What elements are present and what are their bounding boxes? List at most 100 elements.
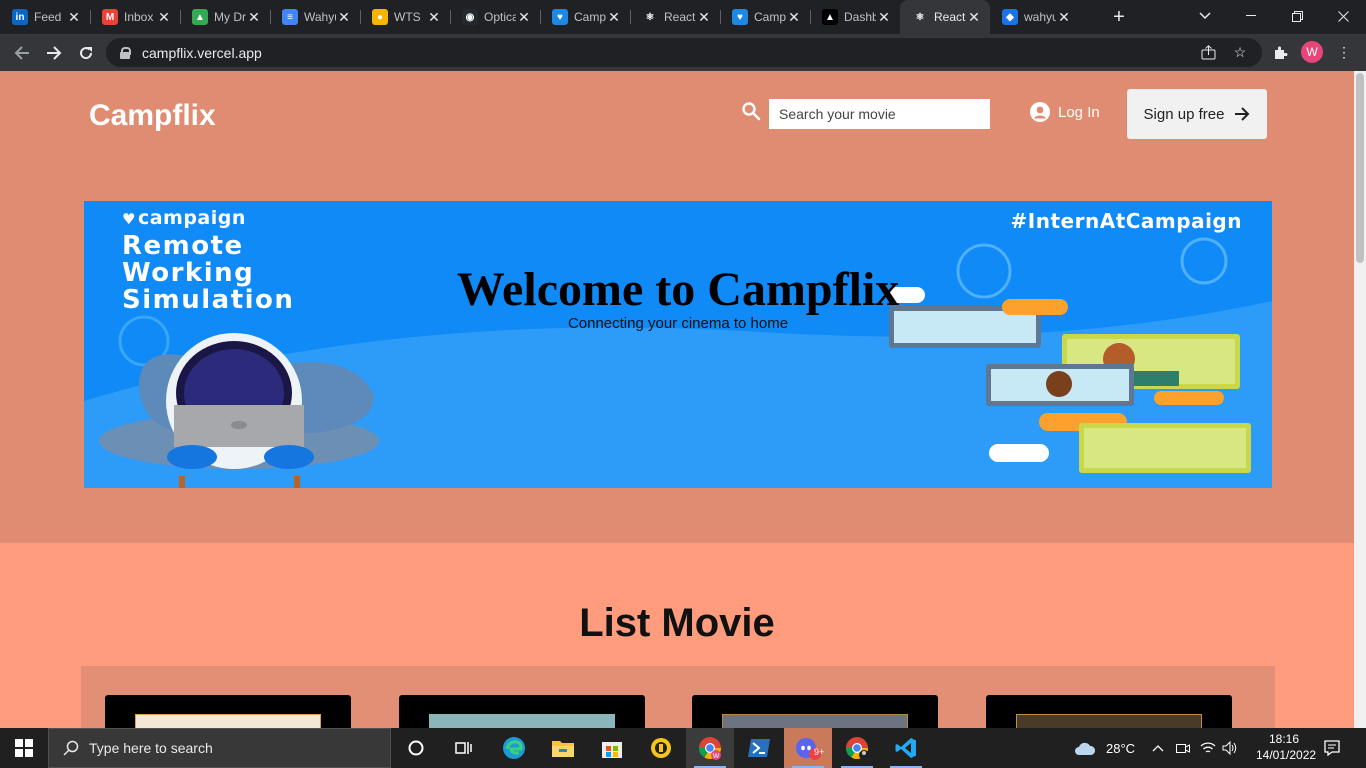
site-logo[interactable]: Campflix [89,99,216,133]
extensions-icon[interactable] [1268,40,1292,64]
weather-widget[interactable]: 28°C [1074,728,1135,768]
login-link[interactable]: Log In [1030,102,1100,122]
powershell-icon[interactable] [735,728,783,768]
browser-tab[interactable]: ◆ wahyu ✕ [990,0,1080,34]
login-label: Log In [1058,103,1100,121]
drive-icon: ▲ [192,9,208,25]
heart-icon: ♥ [552,9,568,25]
vscode-icon[interactable] [882,728,930,768]
search-input[interactable] [769,99,990,129]
linkedin-icon: in [12,9,28,25]
close-tab-icon[interactable]: ✕ [696,9,712,26]
tab-title: Wahyu [304,10,336,24]
close-window-icon[interactable] [1320,0,1366,32]
close-tab-icon[interactable]: ✕ [246,9,262,26]
close-tab-icon[interactable]: ✕ [336,9,352,26]
shield-icon: ◆ [1002,9,1018,25]
back-icon[interactable] [6,37,38,69]
profile-avatar[interactable]: W [1301,41,1323,63]
clock-date: 14/01/2022 [1256,748,1317,762]
minimize-icon[interactable] [1228,0,1274,32]
wifi-icon[interactable] [1200,728,1216,768]
close-tab-icon[interactable]: ✕ [426,9,442,26]
movie-poster[interactable] [722,714,908,728]
close-tab-icon[interactable]: ✕ [876,9,892,26]
svg-text:W: W [713,753,720,760]
movie-grid [81,666,1275,728]
tab-search-icon[interactable] [1182,0,1228,32]
movie-poster[interactable] [135,714,321,728]
edge-icon[interactable] [490,728,538,768]
signup-button[interactable]: Sign up free [1127,89,1267,139]
browser-tab[interactable]: ◉ Optical✕ [450,0,540,34]
close-tab-icon[interactable]: ✕ [66,9,82,26]
signup-label: Sign up free [1143,105,1225,123]
reload-icon[interactable] [70,37,102,69]
arrow-right-icon [1235,107,1250,121]
user-circle-icon [1030,102,1050,122]
browser-tab[interactable]: ♥ Campaign✕ [540,0,630,34]
browser-tab[interactable]: ▲ Dashboard✕ [810,0,900,34]
browser-tab[interactable]: ● WTS ✕ [360,0,450,34]
movie-card[interactable] [692,695,938,728]
close-tab-icon[interactable]: ✕ [786,9,802,26]
discord-badge: 9+ [814,747,825,757]
taskbar-search-box[interactable]: Type here to search [48,728,391,768]
page-scrollbar[interactable] [1354,71,1366,728]
chrome-profile-w-icon[interactable]: W [686,728,734,768]
clock-time: 18:16 [1268,732,1300,746]
heart-icon: ♥ [122,210,136,228]
volume-icon[interactable] [1222,728,1238,768]
tab-title: My Drive [214,10,246,24]
task-view-icon[interactable] [440,728,488,768]
windows-start-icon[interactable] [0,728,48,768]
banner-hashtag: #InternAtCampaign [1010,209,1242,233]
browser-tab[interactable]: ♥ Campaign✕ [720,0,810,34]
norton-icon[interactable] [637,728,685,768]
browser-tab[interactable]: M Inbox ✕ [90,0,180,34]
tab-title: Campaign [754,10,786,24]
browser-tab[interactable]: ▲ My Drive✕ [180,0,270,34]
meet-now-icon[interactable] [1176,728,1190,768]
chrome-menu-icon[interactable]: ⋮ [1332,40,1356,64]
system-clock[interactable]: 18:16 14/01/2022 [1256,731,1317,763]
file-explorer-icon[interactable] [539,728,587,768]
new-tab-button[interactable]: + [1102,0,1136,34]
tab-title: React App [664,10,696,24]
movie-poster[interactable] [1016,714,1202,728]
close-tab-icon[interactable]: ✕ [156,9,172,26]
close-tab-icon[interactable]: ✕ [606,9,622,26]
movie-poster[interactable] [429,714,615,728]
movie-card[interactable] [105,695,351,728]
share-icon[interactable] [1196,40,1220,64]
page-viewport: Campflix Log In Sign up free [0,71,1354,728]
cloud-icon [1075,742,1096,755]
movie-card[interactable] [399,695,645,728]
welcome-tagline: Connecting your cinema to home [567,315,789,332]
tray-chevron-icon[interactable] [1152,728,1164,768]
close-tab-icon[interactable]: ✕ [966,9,982,26]
restore-icon[interactable] [1274,0,1320,32]
browser-tab[interactable]: ≡ Wahyu✕ [270,0,360,34]
movie-card[interactable] [986,695,1232,728]
close-tab-icon[interactable]: ✕ [516,9,532,26]
microsoft-store-icon[interactable] [588,728,636,768]
discord-icon[interactable]: 9+ [784,728,832,768]
tab-title: wahyu [1024,10,1056,24]
bookmark-star-icon[interactable]: ☆ [1228,40,1252,64]
address-bar[interactable]: campflix.vercel.app [106,38,1262,67]
tab-title: Feed [34,10,62,24]
browser-tab[interactable]: ⚛ React App✕ [630,0,720,34]
forward-icon[interactable] [38,37,70,69]
browser-tab[interactable]: ⚛ React App✕ [900,0,990,34]
vercel-icon: ▲ [822,9,838,25]
lock-icon[interactable] [120,46,131,59]
notifications-icon[interactable] [1324,728,1340,768]
search-icon[interactable] [741,101,761,121]
cortana-icon[interactable] [392,728,440,768]
tab-title: WTS [394,10,421,24]
scrollbar-thumb[interactable] [1356,73,1364,263]
browser-tab[interactable]: in Feed ✕ [0,0,90,34]
chrome-profile-2-icon[interactable] [833,728,881,768]
close-tab-icon[interactable]: ✕ [1056,9,1072,26]
